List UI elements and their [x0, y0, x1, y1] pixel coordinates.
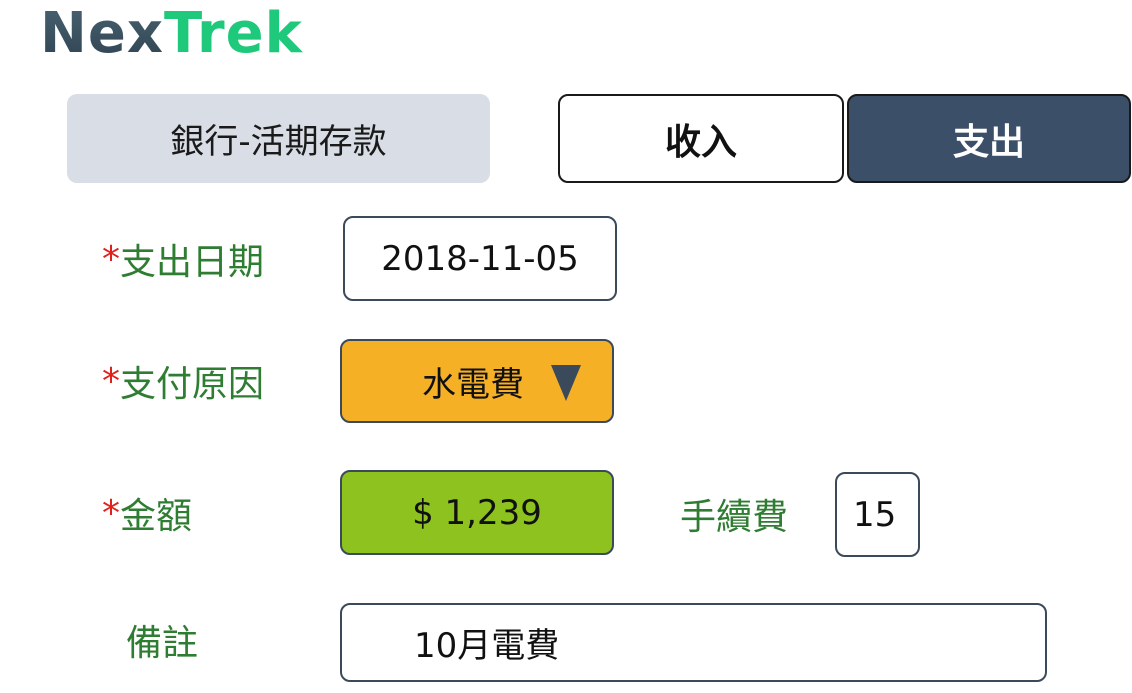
date-label: * 支出日期	[102, 234, 264, 284]
account-label: 銀行-活期存款	[170, 122, 387, 162]
triangle-down-icon	[551, 365, 581, 401]
required-mark: *	[102, 238, 120, 280]
note-value: 10月電費	[414, 626, 560, 666]
reason-dropdown[interactable]: 水電費	[340, 339, 614, 423]
account-selector[interactable]: 銀行-活期存款	[67, 94, 490, 183]
note-label-text: 備註	[126, 623, 199, 664]
reason-label-text: 支付原因	[120, 364, 265, 405]
tab-expense-label: 支出	[952, 121, 1025, 163]
tab-expense[interactable]: 支出	[847, 94, 1131, 183]
fee-label: 手續費	[680, 489, 788, 539]
fee-value: 15	[853, 494, 897, 535]
note-field[interactable]: 10月電費	[340, 603, 1047, 682]
amount-value: $ 1,239	[412, 492, 542, 533]
logo-text-nex: Nex	[40, 0, 164, 66]
amount-label: * 金額	[102, 488, 192, 538]
fee-label-text: 手續費	[680, 497, 789, 538]
reason-value: 水電費	[422, 364, 524, 405]
fee-field[interactable]: 15	[835, 472, 920, 557]
note-label: 備註	[126, 615, 198, 665]
nextrek-logo: Nex Trek	[40, 0, 303, 66]
required-mark: *	[102, 492, 120, 534]
required-mark: *	[102, 360, 120, 402]
date-value: 2018-11-05	[381, 238, 579, 279]
logo-text-trek: Trek	[163, 0, 303, 66]
date-label-text: 支出日期	[120, 242, 265, 283]
tab-income[interactable]: 收入	[558, 94, 844, 183]
amount-field[interactable]: $ 1,239	[340, 470, 614, 555]
reason-label: * 支付原因	[102, 356, 264, 406]
date-field[interactable]: 2018-11-05	[343, 216, 617, 301]
tab-income-label: 收入	[664, 121, 737, 163]
amount-label-text: 金額	[120, 496, 193, 537]
